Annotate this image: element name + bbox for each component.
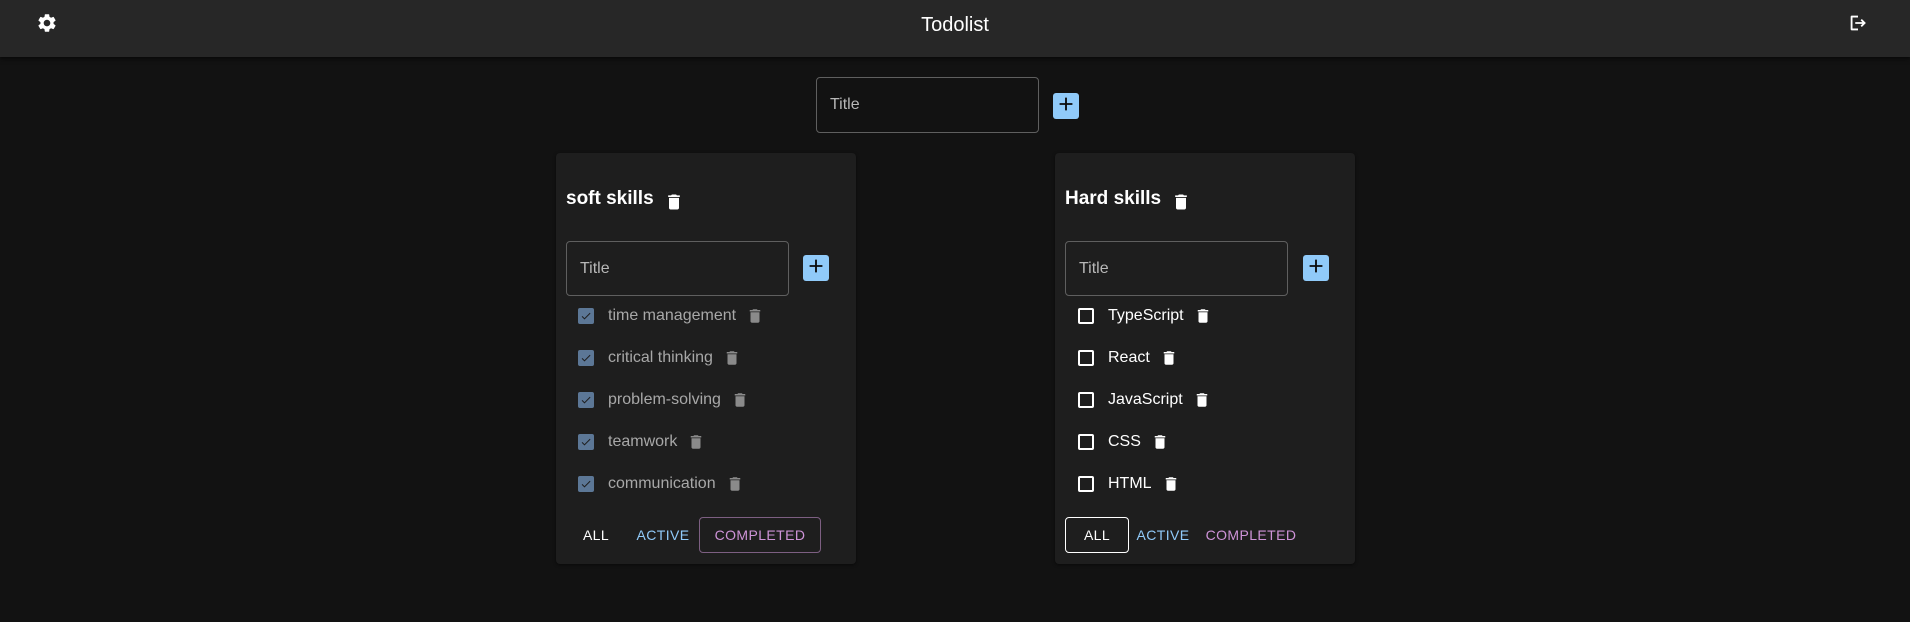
delete-list-button[interactable] bbox=[1171, 190, 1191, 219]
filter-completed-button[interactable]: COMPLETED bbox=[699, 517, 821, 553]
task-item: time management bbox=[578, 301, 764, 331]
add-task-button[interactable] bbox=[803, 255, 829, 281]
logout-button[interactable] bbox=[1838, 5, 1878, 45]
new-task-input[interactable] bbox=[566, 241, 789, 296]
trash-icon bbox=[749, 309, 761, 323]
task-label: teamwork bbox=[608, 433, 678, 450]
delete-task-button[interactable] bbox=[1194, 305, 1212, 327]
plus-icon bbox=[1305, 255, 1327, 282]
task-checkbox[interactable] bbox=[578, 434, 594, 450]
task-checkbox[interactable] bbox=[578, 308, 594, 324]
check-icon bbox=[581, 480, 591, 488]
delete-task-button[interactable] bbox=[1160, 347, 1178, 369]
trash-icon bbox=[1163, 351, 1175, 365]
trash-icon bbox=[1197, 309, 1208, 323]
list-title: soft skills bbox=[566, 188, 654, 209]
delete-task-button[interactable] bbox=[1162, 473, 1180, 495]
delete-task-button[interactable] bbox=[726, 473, 744, 495]
check-icon bbox=[581, 396, 591, 404]
task-item: teamwork bbox=[578, 427, 705, 457]
filter-all-button[interactable]: ALL bbox=[1065, 517, 1129, 553]
task-label: HTML bbox=[1108, 475, 1152, 492]
app-bar: Todolist bbox=[0, 0, 1910, 57]
add-task-button[interactable] bbox=[1303, 255, 1329, 281]
plus-icon bbox=[805, 255, 827, 282]
task-label: time management bbox=[608, 307, 737, 324]
delete-task-button[interactable] bbox=[723, 347, 741, 369]
trash-icon bbox=[1171, 194, 1191, 218]
task-label: TypeScript bbox=[1108, 307, 1184, 324]
filter-all-button[interactable]: ALL bbox=[576, 517, 616, 553]
task-item: TypeScript bbox=[1078, 301, 1212, 331]
task-checkbox[interactable] bbox=[1078, 434, 1094, 450]
trash-icon bbox=[664, 194, 684, 218]
task-checkbox[interactable] bbox=[1078, 392, 1094, 408]
task-checkbox[interactable] bbox=[578, 350, 594, 366]
trash-icon bbox=[729, 477, 740, 491]
app-title: Todolist bbox=[921, 14, 989, 36]
trash-icon bbox=[691, 435, 702, 449]
delete-task-button[interactable] bbox=[1151, 431, 1169, 453]
new-list-title-input[interactable] bbox=[816, 77, 1039, 133]
new-task-input[interactable] bbox=[1065, 241, 1288, 296]
task-item: communication bbox=[578, 469, 744, 499]
task-item: critical thinking bbox=[578, 343, 741, 373]
task-label: problem-solving bbox=[608, 391, 721, 408]
list-title: Hard skills bbox=[1065, 188, 1162, 209]
logout-icon bbox=[1847, 12, 1869, 39]
task-item: HTML bbox=[1078, 469, 1180, 499]
task-label: critical thinking bbox=[608, 349, 713, 366]
task-checkbox[interactable] bbox=[578, 392, 594, 408]
task-checkbox[interactable] bbox=[1078, 350, 1094, 366]
task-item: problem-solving bbox=[578, 385, 749, 415]
trash-icon bbox=[1165, 477, 1176, 491]
check-icon bbox=[581, 438, 591, 446]
filter-active-button[interactable]: ACTIVE bbox=[1132, 517, 1194, 553]
trash-icon bbox=[1154, 435, 1166, 449]
task-label: React bbox=[1108, 349, 1150, 366]
trash-icon bbox=[734, 393, 746, 407]
task-label: CSS bbox=[1108, 433, 1141, 450]
filter-completed-button[interactable]: COMPLETED bbox=[1200, 517, 1302, 553]
task-item: CSS bbox=[1078, 427, 1169, 457]
task-checkbox[interactable] bbox=[1078, 476, 1094, 492]
trash-icon bbox=[726, 351, 738, 365]
delete-task-button[interactable] bbox=[687, 431, 705, 453]
task-item: JavaScript bbox=[1078, 385, 1211, 415]
trash-icon bbox=[1196, 393, 1207, 407]
delete-list-button[interactable] bbox=[664, 190, 684, 219]
check-icon bbox=[581, 312, 591, 320]
delete-task-button[interactable] bbox=[731, 389, 749, 411]
check-icon bbox=[581, 354, 591, 362]
task-checkbox[interactable] bbox=[1078, 308, 1094, 324]
filter-active-button[interactable]: ACTIVE bbox=[631, 517, 695, 553]
add-list-button[interactable] bbox=[1053, 93, 1079, 119]
task-label: JavaScript bbox=[1108, 391, 1183, 408]
delete-task-button[interactable] bbox=[746, 305, 764, 327]
plus-icon bbox=[1055, 93, 1077, 120]
task-label: communication bbox=[608, 475, 716, 492]
task-checkbox[interactable] bbox=[578, 476, 594, 492]
task-item: React bbox=[1078, 343, 1178, 373]
delete-task-button[interactable] bbox=[1193, 389, 1211, 411]
